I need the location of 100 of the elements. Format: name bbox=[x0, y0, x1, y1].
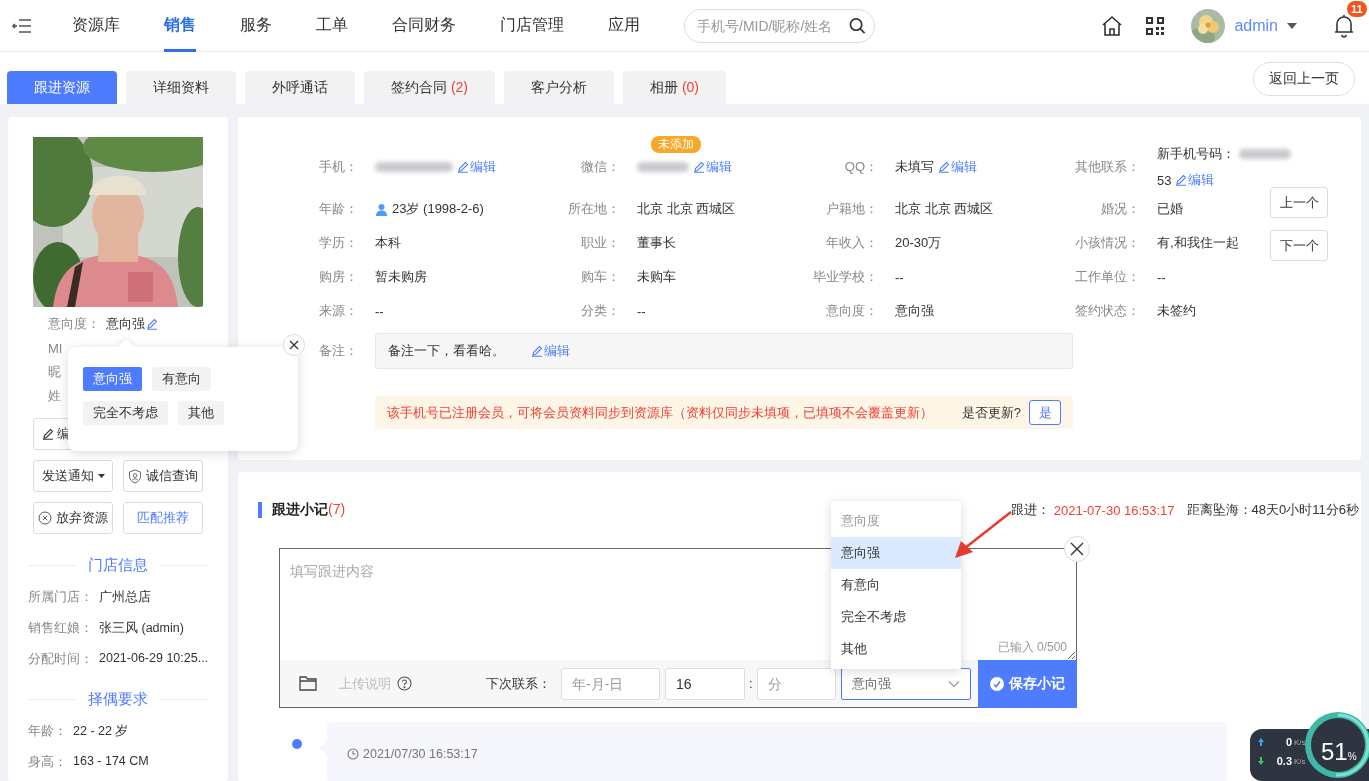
hour-select[interactable]: 16 bbox=[665, 667, 745, 700]
field-label: 下次联系： bbox=[486, 674, 551, 693]
field-label: 购房： bbox=[318, 268, 358, 286]
field-label: 身高： bbox=[28, 754, 67, 771]
nav-item[interactable]: 资源库 bbox=[72, 0, 120, 52]
hour-input[interactable]: 16 bbox=[676, 675, 736, 692]
field-label: 来源： bbox=[318, 302, 358, 320]
field-label: 毕业学校： bbox=[812, 268, 878, 286]
field-label: 所在地： bbox=[567, 200, 620, 218]
date-field[interactable]: 年-月-日 bbox=[561, 667, 660, 700]
field-value: 北京 北京 西城区 bbox=[637, 200, 736, 218]
edit-link[interactable]: 编辑 bbox=[457, 158, 496, 176]
timestamp: 2021/07/30 16:53:17 bbox=[363, 747, 478, 761]
dropdown-option[interactable]: 有意向 bbox=[831, 569, 961, 601]
field-label: 其他联系： bbox=[1074, 158, 1140, 176]
field-value: 未购车 bbox=[637, 268, 676, 286]
field-value: 董事长 bbox=[637, 234, 676, 252]
tab[interactable]: 相册 (0) bbox=[623, 71, 727, 104]
field-value: -- bbox=[637, 303, 646, 319]
field-value: 新手机号码： bbox=[1157, 145, 1235, 163]
notice-question: 是否更新? bbox=[961, 403, 1021, 422]
edit-link[interactable]: 编辑 bbox=[1175, 171, 1215, 189]
download-speed: 0.3 bbox=[1275, 755, 1292, 767]
field-label: 购车： bbox=[580, 268, 620, 286]
action-button[interactable]: 匹配推荐 bbox=[123, 502, 203, 534]
field-label: 姓 bbox=[48, 387, 61, 405]
field-label: 备注： bbox=[318, 342, 358, 360]
option-chip[interactable]: 意向强 bbox=[83, 367, 142, 391]
edit-link[interactable]: 编辑 bbox=[938, 158, 977, 176]
field-label: 意向度： bbox=[48, 315, 100, 333]
speed-unit: K/s bbox=[1294, 756, 1306, 766]
search-input[interactable]: 手机号/MID/昵称/姓名 bbox=[695, 16, 849, 35]
field-label: 婚况： bbox=[1100, 200, 1140, 218]
nav-item[interactable]: 门店管理 bbox=[500, 0, 564, 52]
field-value: 20-30万 bbox=[895, 234, 942, 252]
action-button[interactable]: 放弃资源 bbox=[33, 502, 113, 534]
date-input[interactable]: 年-月-日 bbox=[572, 675, 632, 692]
field-value: 广州总店 bbox=[99, 589, 151, 606]
field-label: 户籍地： bbox=[825, 200, 878, 218]
field-label: 年龄： bbox=[318, 200, 358, 218]
field-value: -- bbox=[1157, 269, 1166, 285]
field-value: 北京 北京 西城区 bbox=[895, 200, 994, 218]
field-label: 销售红娘： bbox=[28, 620, 93, 637]
intent-select[interactable]: 意向强 bbox=[840, 667, 971, 700]
field-label: 所属门店： bbox=[28, 589, 93, 606]
field-value: 23岁 (1998-2-6) bbox=[392, 200, 484, 218]
edit-link[interactable]: 编辑 bbox=[531, 342, 570, 360]
minute-input[interactable]: 分 bbox=[767, 675, 828, 692]
notification-badge: 11 bbox=[1347, 0, 1367, 17]
section-title: 择偶要求 bbox=[88, 690, 148, 709]
section-title: 门店信息 bbox=[88, 556, 148, 575]
field-label: 小孩情况： bbox=[1074, 234, 1140, 252]
nav-item[interactable]: 合同财务 bbox=[392, 0, 456, 52]
time-separator: : bbox=[749, 676, 753, 691]
save-button[interactable]: 保存小记 bbox=[978, 659, 1077, 708]
dropdown-button[interactable]: 发送通知 bbox=[33, 460, 113, 492]
field-value: 22 - 22 岁 bbox=[73, 723, 129, 740]
field-label: 工作单位： bbox=[1074, 268, 1140, 286]
tab[interactable]: 详细资料 bbox=[126, 71, 236, 104]
option-chip[interactable]: 有意向 bbox=[152, 367, 211, 391]
field-value: 未填写 bbox=[895, 158, 934, 176]
tab[interactable]: 客户分析 bbox=[504, 71, 614, 104]
section-title: 跟进小记(7) bbox=[272, 501, 346, 519]
tab[interactable]: 跟进资源 bbox=[7, 71, 117, 104]
field-label: 签约状态： bbox=[1074, 302, 1140, 320]
field-label: 昵 bbox=[48, 363, 61, 381]
confirm-button[interactable]: 是 bbox=[1029, 400, 1061, 425]
nav-item[interactable]: 应用 bbox=[608, 0, 640, 52]
field-value: -- bbox=[895, 269, 904, 285]
field-value: 已婚 bbox=[1157, 200, 1183, 218]
option-chip[interactable]: 完全不考虑 bbox=[83, 401, 168, 425]
field-value: 2021-07-30 16:53:17 bbox=[1053, 502, 1175, 518]
action-button[interactable]: 诚信查询 bbox=[123, 460, 203, 492]
nav-item[interactable]: 工单 bbox=[316, 0, 348, 52]
field-label: 职业： bbox=[580, 234, 620, 252]
edit-link[interactable]: 编辑 bbox=[693, 158, 732, 176]
field-label: 分配时间： bbox=[28, 651, 93, 668]
usage-percent: 51 bbox=[1321, 738, 1348, 766]
upload-speed: 0 bbox=[1284, 736, 1292, 748]
field-label: 年收入： bbox=[825, 234, 878, 252]
nav-item[interactable]: 服务 bbox=[240, 0, 272, 52]
field-value: 未签约 bbox=[1157, 302, 1196, 320]
field-value: 暂未购房 bbox=[375, 268, 427, 286]
notice-text: 该手机号已注册会员，可将会员资料同步到资源库（资料仅同步未填项，已填项不会覆盖更新） bbox=[387, 403, 934, 422]
status-badge: 未添加 bbox=[651, 136, 701, 153]
char-counter: 已输入 0/500 bbox=[997, 639, 1067, 656]
field-value: 163 - 174 CM bbox=[73, 754, 149, 770]
field-label: 学历： bbox=[318, 234, 358, 252]
field-label: 手机： bbox=[318, 158, 358, 176]
dropdown-option[interactable]: 意向强 bbox=[831, 537, 961, 569]
back-button[interactable]: 返回上一页 bbox=[1253, 62, 1355, 96]
nav-button[interactable]: 下一个 bbox=[1270, 230, 1328, 261]
minute-select[interactable]: 分 bbox=[756, 667, 836, 700]
field-value: 2021-06-29 10:25... bbox=[99, 651, 209, 667]
dropdown-option[interactable]: 完全不考虑 bbox=[831, 601, 961, 633]
field-label: MI bbox=[48, 340, 63, 356]
tab[interactable]: 签约合同 (2) bbox=[364, 71, 495, 104]
option-chip[interactable]: 其他 bbox=[178, 401, 224, 425]
nav-button[interactable]: 上一个 bbox=[1270, 187, 1328, 218]
tab[interactable]: 外呼通话 bbox=[245, 71, 355, 104]
